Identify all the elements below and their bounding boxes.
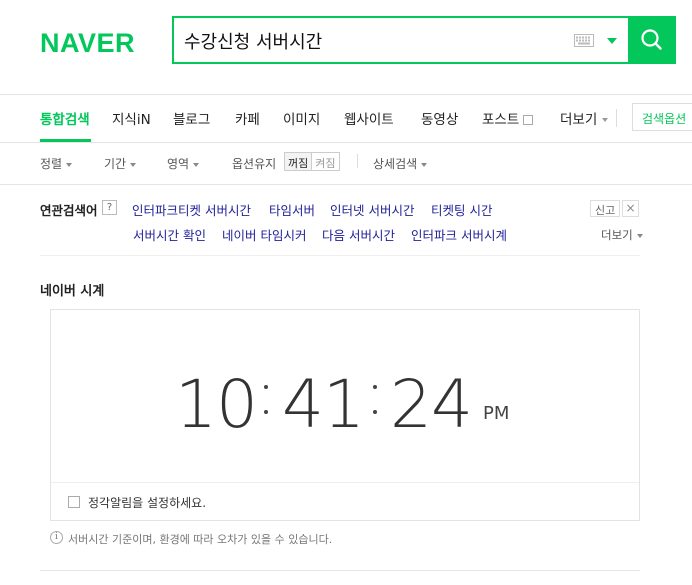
alarm-label[interactable]: 정각알림을 설정하세요. [88,494,206,511]
related-more-label: 더보기 [601,228,633,242]
related-searches-title: 연관검색어 [40,203,98,218]
search-tabs: 통합검색 지식iN 블로그 카페 이미지 웹사이트 동영상 포스트 더보기 검색… [0,94,692,143]
search-button[interactable] [628,16,676,64]
clock-title: 네이버 시계 [40,284,105,299]
clock-colon [264,385,268,435]
tab-cafe[interactable]: 카페 [235,108,260,128]
search-input[interactable] [184,27,564,55]
tab-kin[interactable]: 지식iN [112,108,151,128]
sort-label: 정렬 [40,157,63,171]
option-keep-label: 옵션유지 [232,157,277,171]
chevron-down-icon [66,162,73,167]
chevron-down-icon [193,162,200,167]
divider [616,109,617,127]
clock-ampm: PM [483,403,510,424]
tab-more-label: 더보기 [560,112,598,128]
tab-image[interactable]: 이미지 [283,108,320,128]
info-icon: i [50,531,63,544]
tab-post[interactable]: 포스트 [482,108,534,128]
tab-more[interactable]: 더보기 [560,108,609,128]
naver-logo[interactable]: NAVER [40,28,135,59]
option-keep-toggle[interactable]: 꺼짐 켜짐 [284,152,340,171]
related-more-button[interactable]: 더보기 [601,227,643,243]
report-button[interactable]: 신고 [590,200,621,217]
new-window-icon [523,115,534,125]
clock-panel: 10 41 24 PM 정각알림을 설정하세요. [50,309,640,521]
sort-filter[interactable]: 정렬 [40,155,73,172]
chevron-down-icon [130,162,137,167]
help-icon[interactable]: ? [102,200,117,215]
related-link[interactable]: 네이버 타임시커 [222,225,306,244]
chevron-down-icon [636,233,643,238]
related-link[interactable]: 서버시간 확인 [133,225,206,244]
filter-bar: 정렬 기간 영역 옵션유지 꺼짐 켜짐 상세검색 [0,142,692,185]
clock-hours: 10 [175,366,258,443]
related-link[interactable]: 다음 서버시간 [322,225,395,244]
period-label: 기간 [104,157,127,171]
area-filter[interactable]: 영역 [167,155,200,172]
tab-all[interactable]: 통합검색 [40,108,90,128]
clock-colon [373,385,377,435]
server-time-notice: 서버시간 기준이며, 환경에 따라 오차가 있을 수 있습니다. [68,533,333,546]
related-link[interactable]: 인터파크 서버시계 [411,225,507,244]
related-link[interactable]: 티켓팅 시간 [431,200,492,219]
chevron-down-icon [602,118,609,122]
toggle-on-option[interactable]: 켜짐 [311,153,338,170]
clock-minutes: 41 [282,366,365,443]
period-filter[interactable]: 기간 [104,155,137,172]
related-link[interactable]: 인터파크티켓 서버시간 [132,200,251,219]
search-options-button[interactable]: 검색옵션 [632,103,692,131]
tab-website[interactable]: 웹사이트 [344,108,394,128]
divider [357,154,358,168]
search-icon [641,29,662,50]
tab-post-label: 포스트 [482,112,520,128]
search-dropdown-icon[interactable] [607,38,617,44]
area-label: 영역 [167,157,190,171]
alarm-checkbox[interactable] [68,496,80,508]
related-link[interactable]: 인터넷 서버시간 [330,200,414,219]
related-link[interactable]: 타임서버 [269,200,315,219]
detail-search-filter[interactable]: 상세검색 [373,155,428,172]
clock-seconds: 24 [390,366,473,443]
tab-video[interactable]: 동영상 [421,108,458,128]
alarm-row: 정각알림을 설정하세요. [51,482,639,521]
divider [40,255,640,256]
chevron-down-icon [421,162,428,167]
tab-blog[interactable]: 블로그 [173,108,210,128]
detail-search-label: 상세검색 [373,157,418,171]
close-icon[interactable]: × [622,200,639,217]
divider [40,570,640,571]
search-box [172,16,676,64]
toggle-off-option[interactable]: 꺼짐 [285,153,312,170]
keyboard-icon[interactable] [574,34,594,47]
